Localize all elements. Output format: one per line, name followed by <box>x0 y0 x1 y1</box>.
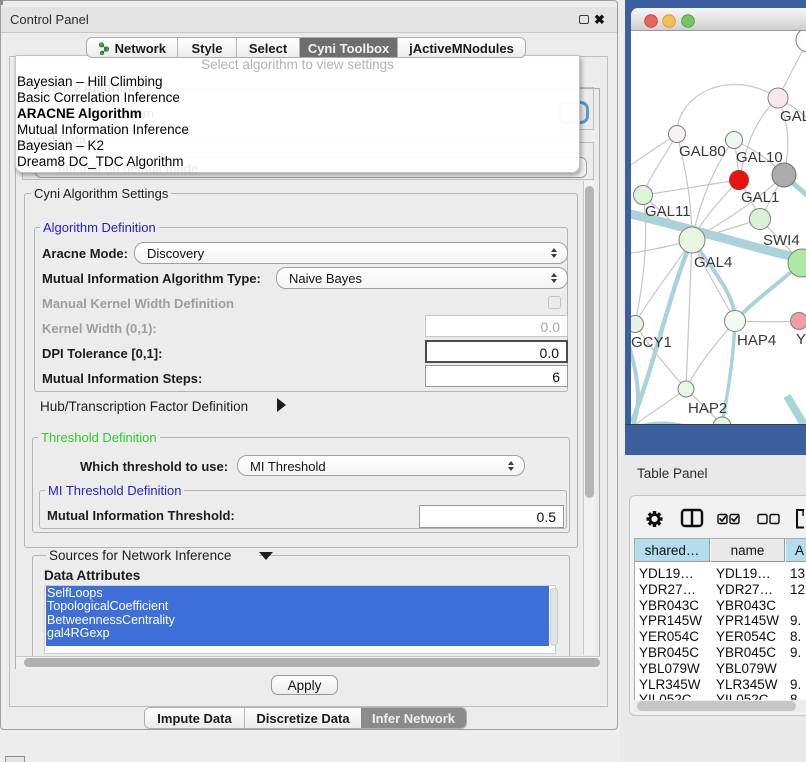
svg-text:GAL4: GAL4 <box>694 254 732 271</box>
svg-text:GAL10: GAL10 <box>736 149 783 166</box>
svg-text:GAL7: GAL7 <box>780 108 806 125</box>
svg-text:HAP4: HAP4 <box>737 332 776 349</box>
svg-text:Y: Y <box>796 331 806 348</box>
svg-text:GAL80: GAL80 <box>679 143 726 160</box>
svg-text:GAL11: GAL11 <box>645 203 691 220</box>
svg-text:GCY1: GCY1 <box>631 334 672 351</box>
svg-text:HAP2: HAP2 <box>688 400 727 417</box>
svg-text:GAL1: GAL1 <box>741 189 779 206</box>
svg-text:SWI4: SWI4 <box>763 232 800 249</box>
